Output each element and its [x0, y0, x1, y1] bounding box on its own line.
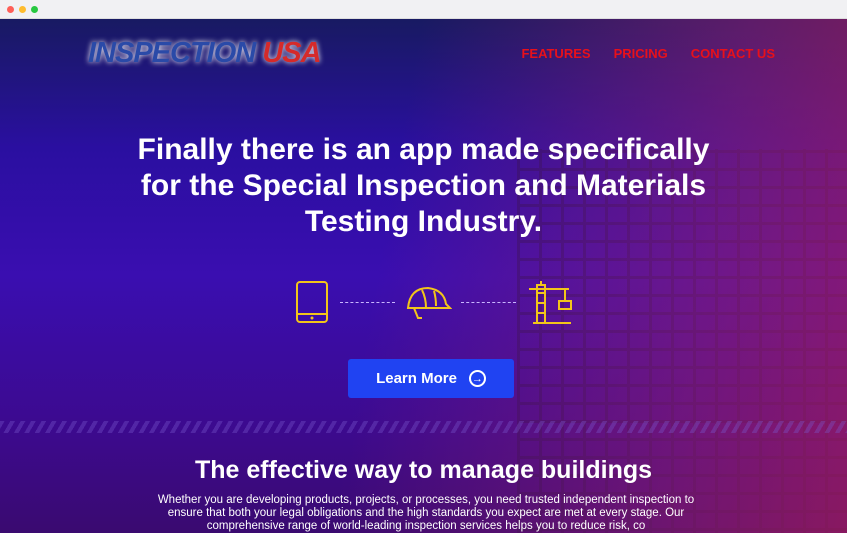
- section-description: Whether you are developing products, pro…: [157, 494, 695, 532]
- hero-page: INSPECTION USA FEATURES PRICING CONTACT …: [0, 19, 847, 533]
- minimize-dot[interactable]: [19, 5, 26, 13]
- logo-text-inspection: INSPECTION: [88, 37, 256, 69]
- close-dot[interactable]: [7, 5, 14, 13]
- hero-headline: Finally there is an app made specificall…: [137, 133, 710, 238]
- nav-features[interactable]: FEATURES: [521, 46, 590, 61]
- dashed-connector: [461, 301, 516, 303]
- crane-icon: [529, 281, 572, 324]
- feature-icons: [295, 279, 573, 325]
- maximize-dot[interactable]: [31, 5, 38, 13]
- stripe-divider: [0, 421, 847, 433]
- learn-more-button[interactable]: Learn More →: [348, 359, 514, 398]
- logo-text-usa: USA: [262, 37, 321, 69]
- main-nav: FEATURES PRICING CONTACT US: [521, 46, 775, 61]
- nav-contact-us[interactable]: CONTACT US: [691, 46, 775, 61]
- logo[interactable]: INSPECTION USA: [88, 37, 322, 70]
- dashed-connector: [340, 301, 395, 303]
- learn-more-label: Learn More: [376, 370, 457, 387]
- nav-pricing[interactable]: PRICING: [614, 46, 668, 61]
- tablet-icon: [296, 281, 328, 323]
- browser-chrome: [0, 0, 847, 19]
- hard-hat-icon: [406, 286, 452, 319]
- arrow-right-circle-icon: →: [468, 370, 486, 387]
- section-title: The effective way to manage buildings: [194, 456, 653, 484]
